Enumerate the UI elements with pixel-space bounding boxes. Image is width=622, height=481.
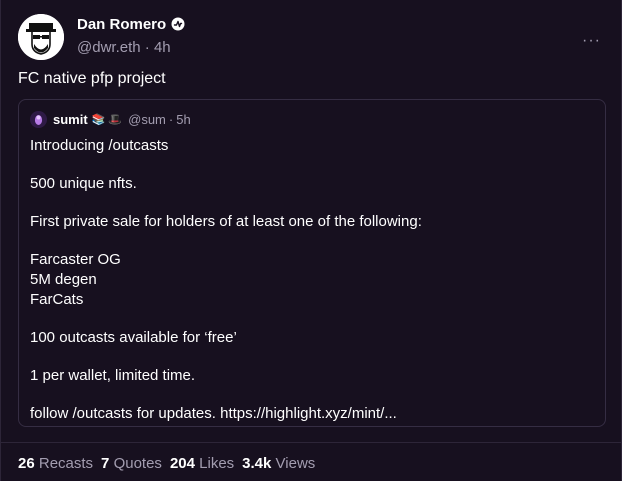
cast-detail: Dan Romero @dwr.eth · 4h ··· FC native p… [0,0,622,481]
author-name[interactable]: Dan Romero [77,16,166,33]
quoted-cast[interactable]: sumit 📚 🎩 @sum · 5h Introducing /outcast… [18,99,606,427]
quotes-count: 7 [101,455,110,472]
quoted-line: FarCats [30,291,84,308]
quoted-line: 1 per wallet, limited time. [30,367,196,384]
likes-count: 204 [169,455,195,472]
quoted-cast-header: sumit 📚 🎩 @sum · 5h [30,110,191,128]
recasts-stat[interactable]: 26 Recasts [18,455,93,472]
author-avatar[interactable] [18,14,64,60]
author-handle[interactable]: @dwr.eth [77,39,141,56]
quoted-cast-body: Introducing /outcasts 500 unique nfts. F… [30,136,422,424]
quoted-post-time[interactable]: 5h [176,112,190,127]
stats-divider [1,442,621,443]
quoted-line: 500 unique nfts. [30,175,137,192]
cast-text: FC native pfp project [18,70,166,87]
author-meta: @dwr.eth · 4h [77,39,185,56]
quoted-meta-separator: · [168,111,174,127]
quoted-line: First private sale for holders of at lea… [30,213,422,230]
quoted-line: 5M degen [30,271,97,288]
quoted-line-with-link[interactable]: follow /outcasts for updates. https://hi… [30,404,422,424]
recasts-count: 26 [18,455,35,472]
meta-separator: · [144,39,150,56]
post-time[interactable]: 4h [154,39,171,56]
author-name-row[interactable]: Dan Romero [77,15,185,33]
quoted-author-handle[interactable]: @sum [128,112,166,127]
views-stat: 3.4k Views [242,455,315,472]
quoted-author-name[interactable]: sumit [53,112,88,127]
quoted-author-avatar[interactable] [30,110,47,128]
author-block: Dan Romero @dwr.eth · 4h [77,15,185,56]
engagement-stats: 26 Recasts 7 Quotes 204 Likes 3.4k Views [18,455,315,472]
views-label: Views [275,455,316,472]
recasts-label: Recasts [38,455,94,472]
author-avatar-illustration [18,14,64,60]
views-count: 3.4k [242,455,272,472]
quoted-author-emojis: 📚 🎩 [91,113,123,126]
quotes-label: Quotes [113,455,162,472]
likes-label: Likes [199,455,235,472]
more-options-icon[interactable]: ··· [582,32,601,50]
likes-stat[interactable]: 204 Likes [170,455,234,472]
quotes-stat[interactable]: 7 Quotes [101,455,162,472]
quoted-line: Introducing /outcasts [30,137,169,154]
quoted-line: Farcaster OG [30,251,121,268]
verified-badge-icon [171,17,185,31]
quoted-line: 100 outcasts available for ‘free’ [30,329,237,346]
